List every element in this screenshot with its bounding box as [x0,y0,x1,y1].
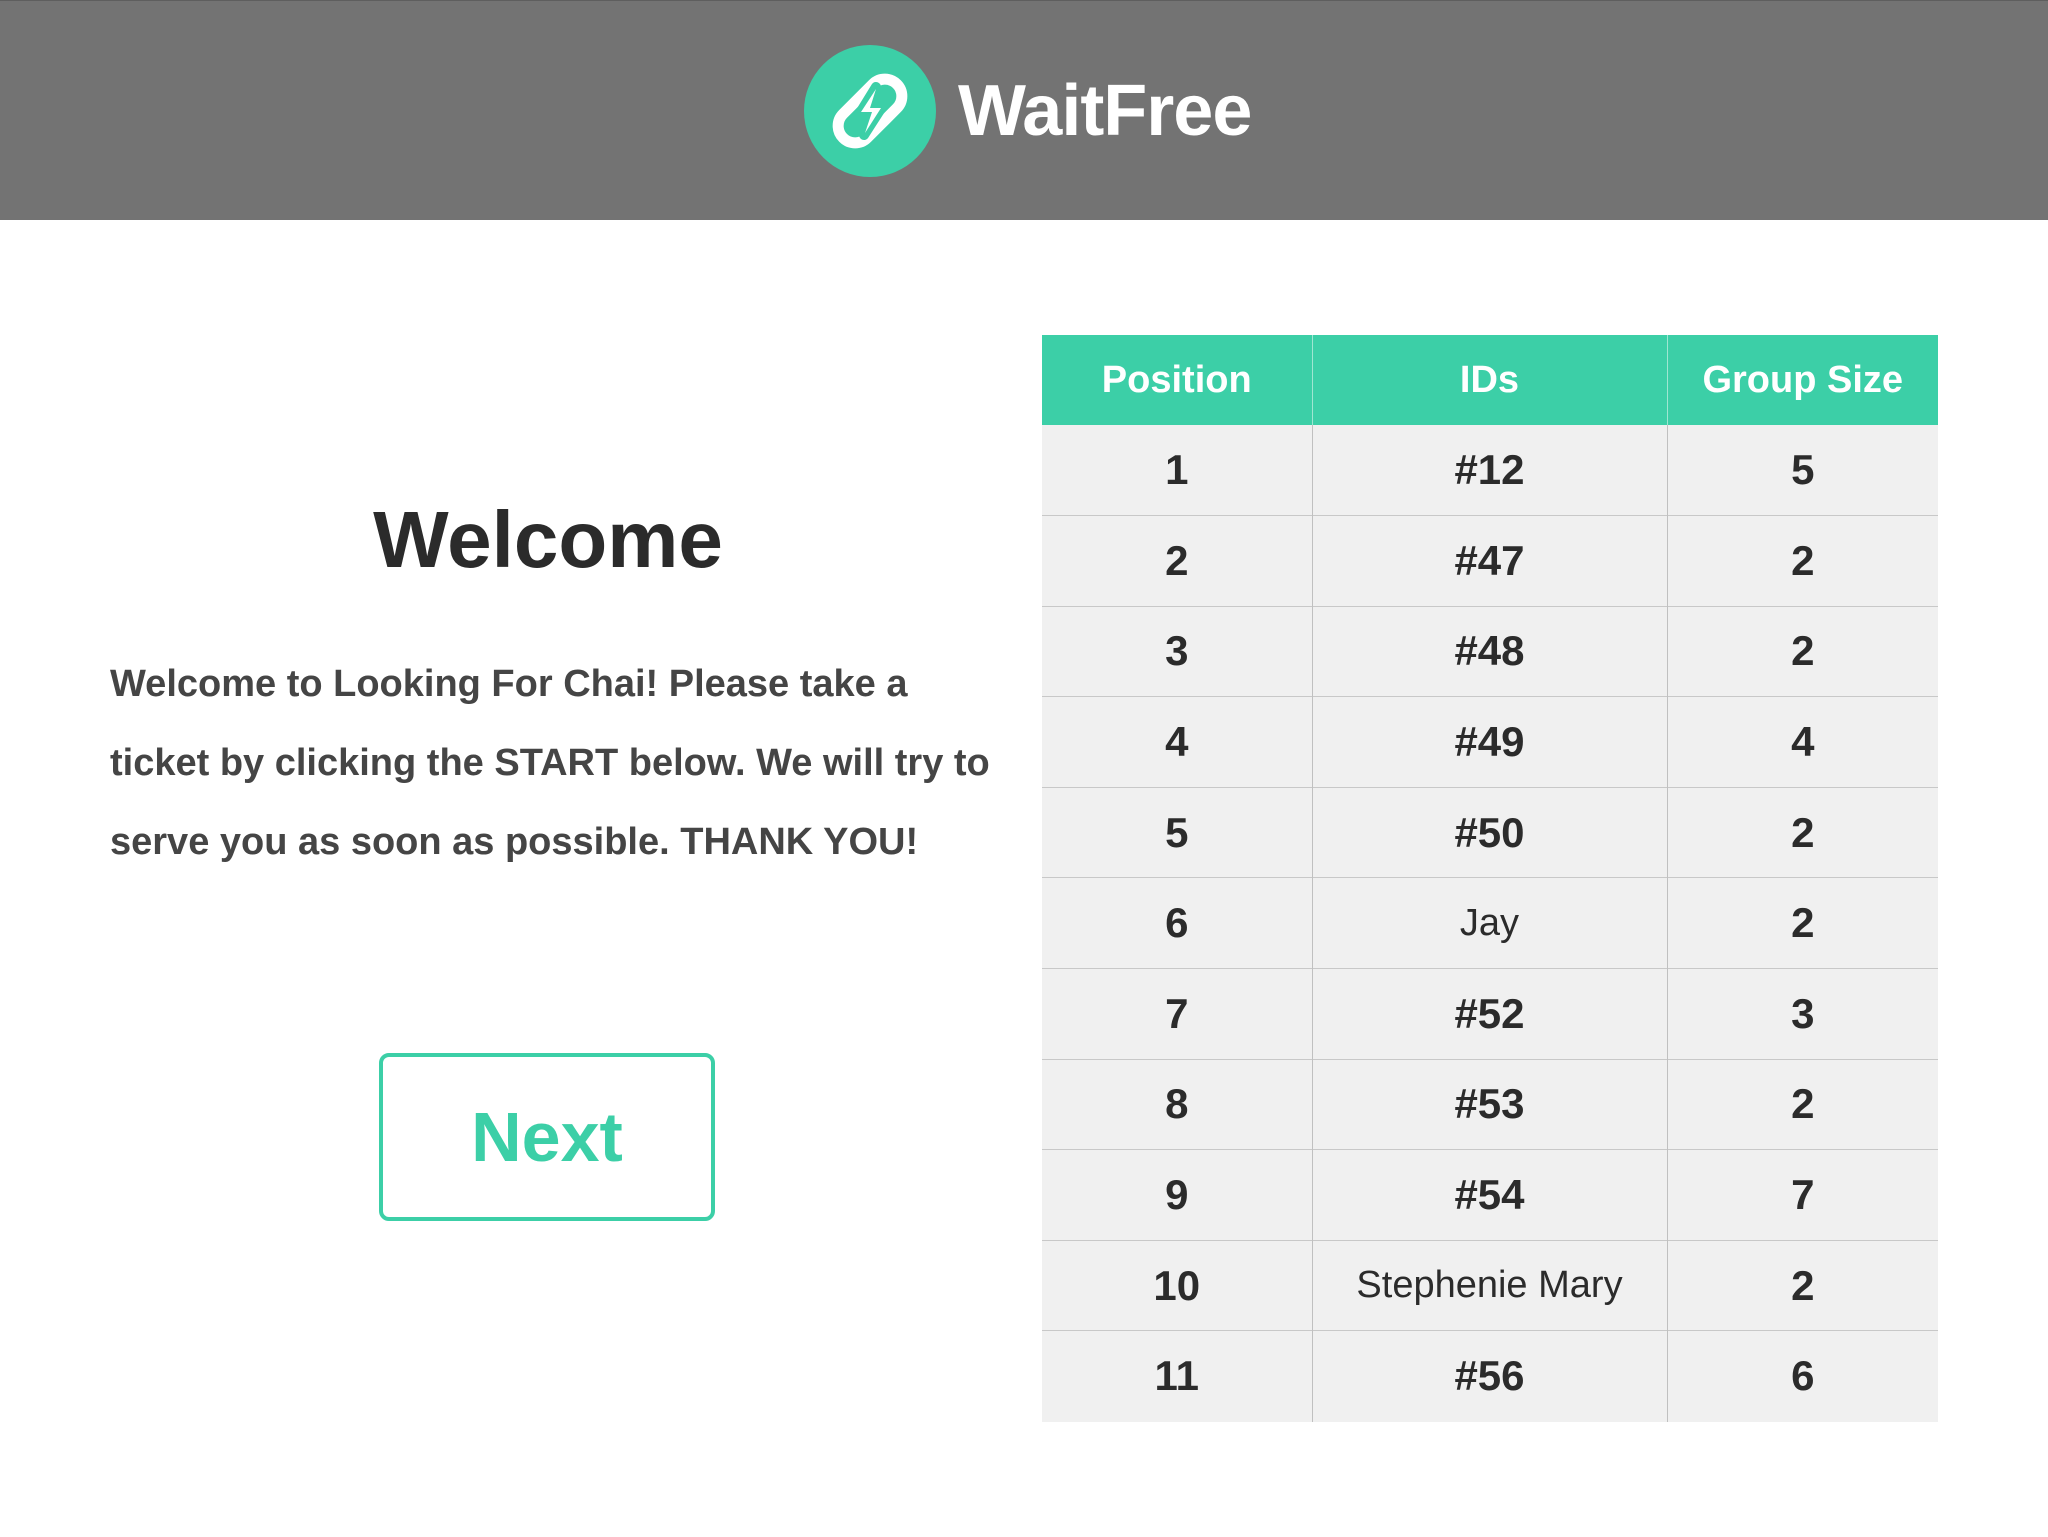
id-cell: #47 [1312,515,1668,607]
group-size-cell: 2 [1667,605,1938,697]
id-cell: #54 [1312,1149,1668,1241]
queue-table: Position IDs Group Size 1 #12 5 2 #47 2 … [1042,335,1938,1422]
id-cell: #49 [1312,696,1668,788]
group-size-cell: 2 [1667,786,1938,878]
table-row: 8 #53 2 [1042,1058,1938,1150]
table-row: 5 #50 2 [1042,786,1938,878]
group-size-cell: 4 [1667,696,1938,788]
position-cell: 3 [1042,605,1313,697]
id-cell: Stephenie Mary [1312,1239,1668,1331]
column-header-ids[interactable]: IDs [1312,335,1668,425]
column-header-position[interactable]: Position [1042,335,1313,425]
column-header-group-size[interactable]: Group Size [1667,335,1938,425]
brand[interactable]: WaitFree [804,45,1252,177]
table-row: 3 #48 2 [1042,605,1938,697]
table-row: 9 #54 7 [1042,1149,1938,1241]
welcome-title: Welcome [373,495,723,584]
table-row: 10 Stephenie Mary 2 [1042,1239,1938,1331]
position-cell: 10 [1042,1239,1313,1331]
id-cell: #52 [1312,968,1668,1060]
position-cell: 6 [1042,877,1313,969]
app-header: WaitFree [0,0,2048,220]
position-cell: 2 [1042,515,1313,607]
group-size-cell: 6 [1667,1330,1938,1422]
position-cell: 1 [1042,425,1313,516]
next-button[interactable]: Next [379,1053,715,1221]
group-size-cell: 2 [1667,877,1938,969]
position-cell: 4 [1042,696,1313,788]
table-row: 6 Jay 2 [1042,877,1938,969]
id-cell: #48 [1312,605,1668,697]
position-cell: 5 [1042,786,1313,878]
group-size-cell: 3 [1667,968,1938,1060]
id-cell: #53 [1312,1058,1668,1150]
group-size-cell: 5 [1667,425,1938,516]
position-cell: 8 [1042,1058,1313,1150]
id-cell: #50 [1312,786,1668,878]
brand-name: WaitFree [958,71,1252,151]
position-cell: 11 [1042,1330,1313,1422]
welcome-message: Welcome to Looking For Chai! Please take… [110,663,990,863]
position-cell: 7 [1042,968,1313,1060]
table-row: 11 #56 6 [1042,1330,1938,1422]
id-cell: Jay [1312,877,1668,969]
table-row: 2 #47 2 [1042,515,1938,607]
table-header-row: Position IDs Group Size [1042,335,1938,425]
id-cell: #56 [1312,1330,1668,1422]
group-size-cell: 2 [1667,1239,1938,1331]
table-row: 7 #52 3 [1042,968,1938,1060]
link-bolt-icon [804,45,936,177]
id-cell: #12 [1312,425,1668,516]
table-row: 4 #49 4 [1042,696,1938,788]
group-size-cell: 2 [1667,515,1938,607]
position-cell: 9 [1042,1149,1313,1241]
table-row: 1 #12 5 [1042,425,1938,516]
group-size-cell: 7 [1667,1149,1938,1241]
group-size-cell: 2 [1667,1058,1938,1150]
